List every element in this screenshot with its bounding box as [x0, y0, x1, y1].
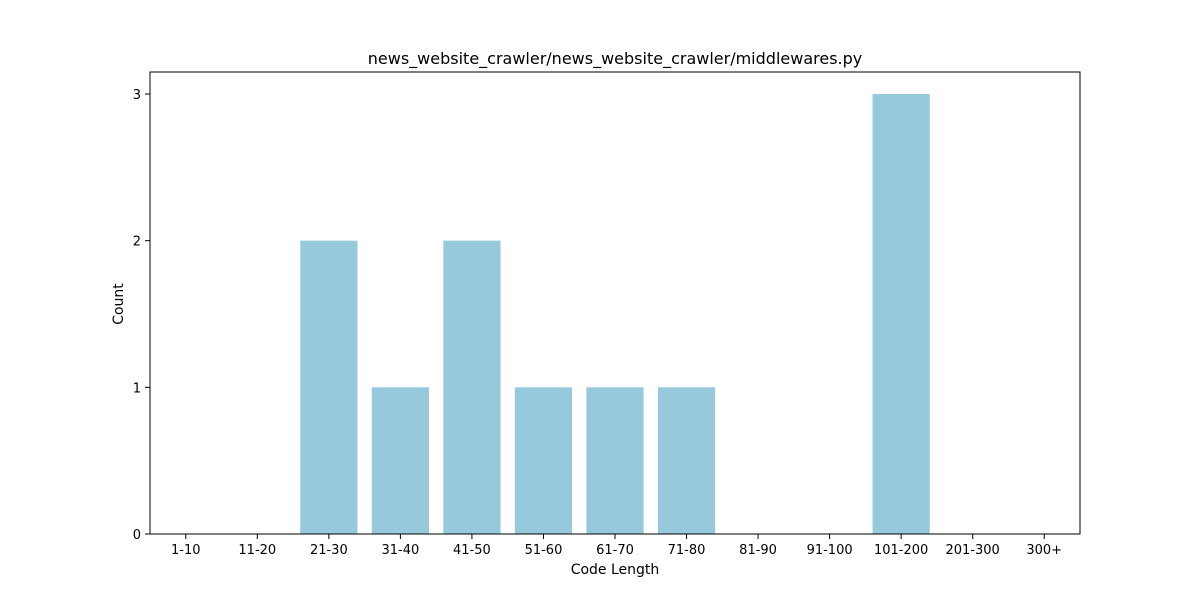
bars-layer: [300, 94, 930, 534]
x-axis-ticks: 1-10 11-20 21-30 31-40 41-50 51-60 61-70 71-80 8…: [171, 534, 1062, 558]
y-tick-label: 0: [133, 528, 141, 543]
bar-41-50: [443, 240, 501, 534]
bar-71-80: [657, 387, 716, 534]
x-axis-label: Code Length: [571, 562, 660, 578]
x-tick-label: 201-300: [946, 543, 1000, 558]
x-tick-label: 61-70: [596, 543, 634, 558]
bar-51-60: [514, 387, 573, 534]
bar-chart: news_website_crawler/news_website_crawle…: [111, 49, 1081, 578]
x-tick-label: 41-50: [453, 543, 491, 558]
y-axis-ticks: 0 1 2 3: [133, 88, 150, 543]
bar-21-30: [300, 240, 358, 534]
x-tick-label: 300+: [1026, 543, 1062, 558]
x-tick-label: 101-200: [874, 543, 928, 558]
y-tick-label: 2: [133, 235, 141, 250]
x-tick-label: 51-60: [525, 543, 563, 558]
y-tick-label: 1: [133, 381, 141, 396]
chart-container: news_website_crawler/news_website_crawle…: [0, 0, 1200, 600]
x-tick-label: 11-20: [238, 543, 276, 558]
x-tick-label: 21-30: [310, 543, 348, 558]
x-tick-label: 1-10: [171, 543, 201, 558]
x-tick-label: 71-80: [668, 543, 706, 558]
chart-title: news_website_crawler/news_website_crawle…: [368, 49, 862, 69]
x-tick-label: 81-90: [739, 543, 777, 558]
x-tick-label: 31-40: [381, 543, 419, 558]
bar-101-200: [872, 94, 930, 534]
y-axis-label: Count: [111, 283, 127, 325]
bar-31-40: [371, 387, 429, 534]
y-tick-label: 3: [133, 88, 141, 103]
x-tick-label: 91-100: [807, 543, 853, 558]
bar-61-70: [586, 387, 644, 534]
